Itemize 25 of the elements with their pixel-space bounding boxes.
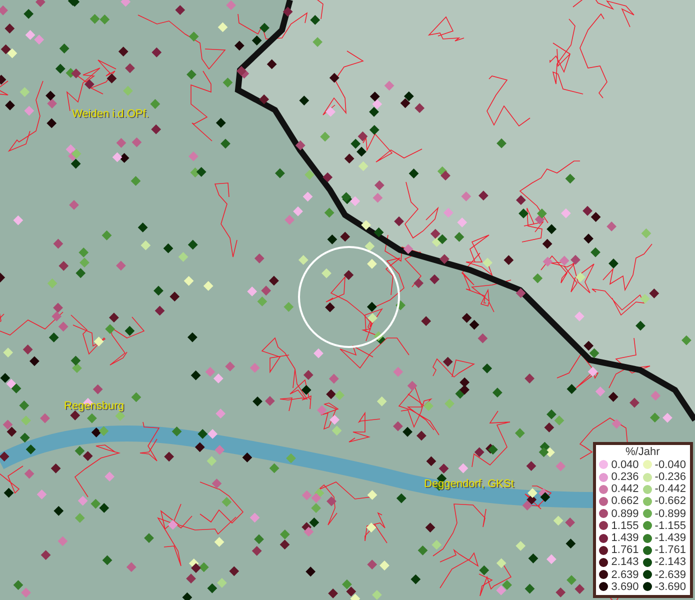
legend-value: 2.639	[611, 568, 639, 581]
legend-value: -0.899	[654, 508, 686, 520]
legend-value: 0.236	[611, 470, 639, 484]
legend-value: -2.639	[654, 568, 686, 581]
legend-value: 0.662	[611, 495, 639, 508]
legend-value: 3.690	[611, 580, 639, 593]
legend-value: 0.899	[611, 508, 639, 520]
legend-value: -3.690	[654, 580, 686, 593]
legend-value: -1.155	[654, 520, 686, 532]
place-label: Regensburg	[64, 400, 124, 412]
legend-value: -2.143	[654, 556, 686, 569]
legend-value: 0.040	[611, 458, 639, 471]
legend-value: -0.442	[654, 483, 686, 496]
legend-value: 1.761	[611, 544, 639, 556]
legend-value: -0.040	[654, 458, 686, 471]
legend-value: 0.442	[611, 483, 639, 496]
legend-value: 1.439	[611, 532, 639, 544]
legend-value: -1.761	[654, 544, 686, 556]
legend-value: -0.662	[654, 495, 686, 508]
legend-value: -1.439	[654, 532, 686, 544]
place-label: Weiden i.d.OPf.	[72, 108, 149, 120]
legend-value: -0.236	[654, 470, 686, 484]
legend-value: 2.143	[611, 556, 639, 569]
legend-title: %/Jahr	[624, 446, 661, 459]
legend-value: 1.155	[611, 520, 639, 532]
